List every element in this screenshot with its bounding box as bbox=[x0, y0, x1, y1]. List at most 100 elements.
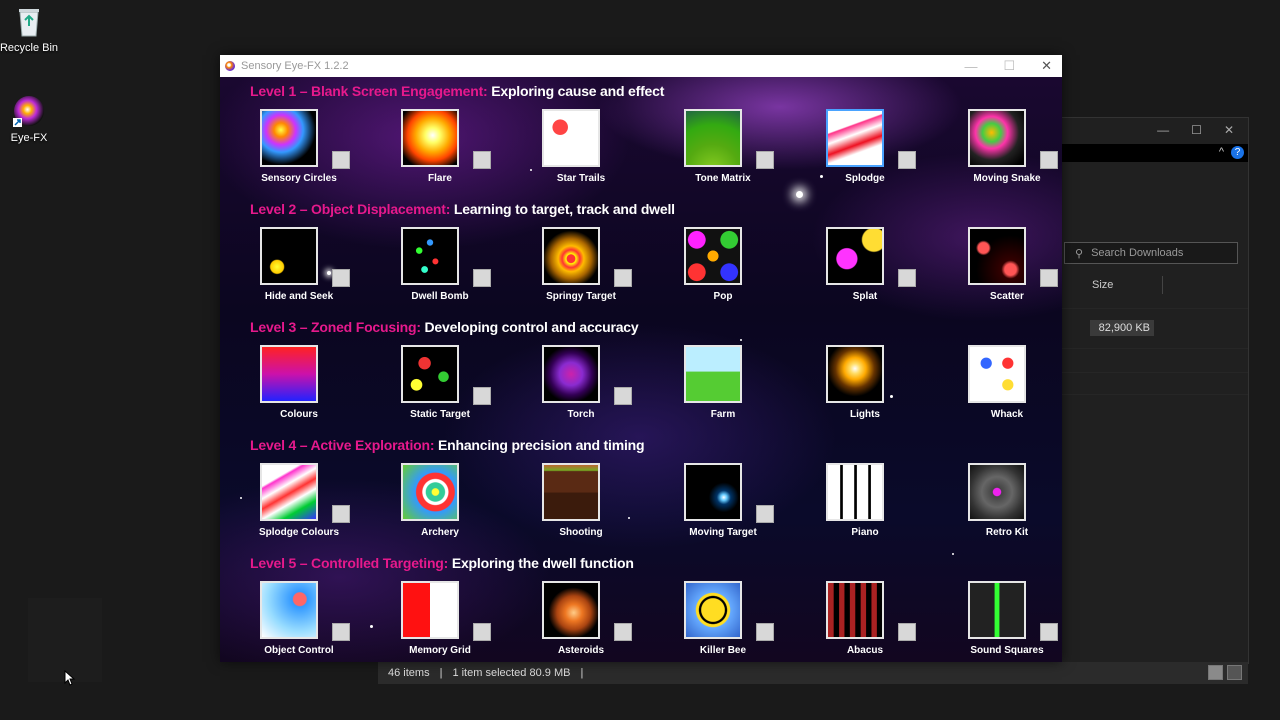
activity-thumbnail[interactable] bbox=[684, 581, 742, 639]
chevron-up-icon[interactable]: ^ bbox=[1219, 146, 1224, 158]
activity-tile-lights[interactable]: Lights bbox=[816, 345, 916, 425]
activity-checkbox[interactable] bbox=[332, 269, 350, 287]
activity-checkbox[interactable] bbox=[1040, 151, 1058, 169]
desktop-icon-eye-fx[interactable]: Eye-FX bbox=[0, 94, 61, 144]
maximize-icon[interactable]: ☐ bbox=[1003, 58, 1015, 74]
activity-checkbox[interactable] bbox=[473, 269, 491, 287]
activity-thumbnail[interactable] bbox=[401, 109, 459, 167]
activity-tile-killer-bee[interactable]: Killer Bee bbox=[674, 581, 774, 661]
activity-checkbox[interactable] bbox=[898, 269, 916, 287]
activity-thumbnail[interactable] bbox=[826, 109, 884, 167]
activity-tile-star-trails[interactable]: Star Trails bbox=[532, 109, 632, 189]
activity-checkbox[interactable] bbox=[332, 505, 350, 523]
close-icon[interactable]: ✕ bbox=[1041, 58, 1052, 74]
activity-checkbox[interactable] bbox=[332, 623, 350, 641]
activity-checkbox[interactable] bbox=[898, 623, 916, 641]
activity-thumbnail[interactable] bbox=[826, 227, 884, 285]
activity-thumbnail[interactable] bbox=[826, 345, 884, 403]
activity-tile-sound-squares[interactable]: Sound Squares bbox=[958, 581, 1058, 661]
activity-tile-asteroids[interactable]: Asteroids bbox=[532, 581, 632, 661]
activity-tile-springy-target[interactable]: Springy Target bbox=[532, 227, 632, 307]
activity-checkbox[interactable] bbox=[614, 387, 632, 405]
minimize-icon[interactable]: — bbox=[964, 59, 977, 74]
activity-tile-torch[interactable]: Torch bbox=[532, 345, 632, 425]
activity-checkbox[interactable] bbox=[1040, 269, 1058, 287]
activity-thumbnail[interactable] bbox=[260, 227, 318, 285]
activity-thumbnail[interactable] bbox=[401, 581, 459, 639]
close-icon[interactable]: ✕ bbox=[1224, 123, 1234, 137]
activity-thumbnail[interactable] bbox=[542, 581, 600, 639]
activity-tile-dwell-bomb[interactable]: Dwell Bomb bbox=[391, 227, 491, 307]
activity-tile-splodge[interactable]: Splodge bbox=[816, 109, 916, 189]
activity-tile-shooting[interactable]: Shooting bbox=[532, 463, 632, 543]
activity-checkbox[interactable] bbox=[614, 269, 632, 287]
activity-checkbox[interactable] bbox=[332, 151, 350, 169]
activity-tile-archery[interactable]: Archery bbox=[391, 463, 491, 543]
activity-thumbnail[interactable] bbox=[968, 463, 1026, 521]
activity-checkbox[interactable] bbox=[473, 387, 491, 405]
activity-tile-colours[interactable]: Colours bbox=[250, 345, 350, 425]
activity-thumbnail[interactable] bbox=[684, 109, 742, 167]
activity-thumbnail[interactable] bbox=[542, 463, 600, 521]
activity-label: Piano bbox=[851, 527, 879, 538]
activity-tile-retro-kit[interactable]: Retro Kit bbox=[958, 463, 1058, 543]
activity-checkbox[interactable] bbox=[756, 505, 774, 523]
activity-thumbnail[interactable] bbox=[968, 109, 1026, 167]
activity-checkbox[interactable] bbox=[756, 623, 774, 641]
activity-tile-farm[interactable]: Farm bbox=[674, 345, 774, 425]
activity-tile-whack[interactable]: Whack bbox=[958, 345, 1058, 425]
activity-thumbnail[interactable] bbox=[542, 109, 600, 167]
minimize-icon[interactable]: — bbox=[1157, 123, 1169, 137]
activity-checkbox[interactable] bbox=[898, 151, 916, 169]
activity-thumbnail[interactable] bbox=[401, 227, 459, 285]
activity-tile-pop[interactable]: Pop bbox=[674, 227, 774, 307]
maximize-icon[interactable]: ☐ bbox=[1191, 123, 1202, 137]
activity-tile-hide-and-seek[interactable]: Hide and Seek bbox=[250, 227, 350, 307]
file-explorer-window[interactable]: — ☐ ✕ ^ ? ⚲ Search Downloads Size 82,900… bbox=[1062, 117, 1249, 664]
activity-thumbnail[interactable] bbox=[826, 463, 884, 521]
activity-checkbox[interactable] bbox=[756, 151, 774, 169]
activity-tile-object-control[interactable]: Object Control bbox=[250, 581, 350, 661]
activity-tile-moving-snake[interactable]: Moving Snake bbox=[958, 109, 1058, 189]
activity-thumbnail[interactable] bbox=[684, 345, 742, 403]
activity-thumbnail[interactable] bbox=[684, 227, 742, 285]
search-input[interactable]: ⚲ Search Downloads bbox=[1064, 242, 1238, 264]
activity-thumbnail[interactable] bbox=[260, 463, 318, 521]
activity-tile-scatter[interactable]: Scatter bbox=[958, 227, 1058, 307]
activity-tile-abacus[interactable]: Abacus bbox=[816, 581, 916, 661]
activity-thumbnail[interactable] bbox=[260, 581, 318, 639]
desktop-icon-recycle-bin[interactable]: Recycle Bin bbox=[0, 4, 61, 54]
activity-tile-splodge-colours[interactable]: Splodge Colours bbox=[250, 463, 350, 543]
activity-tile-tone-matrix[interactable]: Tone Matrix bbox=[674, 109, 774, 189]
activity-checkbox[interactable] bbox=[1040, 623, 1058, 641]
activity-checkbox[interactable] bbox=[473, 623, 491, 641]
activity-tile-piano[interactable]: Piano bbox=[816, 463, 916, 543]
column-header-size[interactable]: Size bbox=[1086, 276, 1163, 294]
activity-checkbox[interactable] bbox=[614, 623, 632, 641]
activity-tile-sensory-circles[interactable]: Sensory Circles bbox=[250, 109, 350, 189]
activity-label: Moving Snake bbox=[973, 173, 1041, 184]
activity-tile-memory-grid[interactable]: Memory Grid bbox=[391, 581, 491, 661]
activity-thumbnail[interactable] bbox=[401, 345, 459, 403]
activity-thumbnail[interactable] bbox=[260, 109, 318, 167]
activity-checkbox[interactable] bbox=[473, 151, 491, 169]
details-view-icon[interactable] bbox=[1208, 665, 1223, 680]
activity-tile-flare[interactable]: Flare bbox=[391, 109, 491, 189]
activity-thumbnail[interactable] bbox=[542, 345, 600, 403]
activity-thumbnail[interactable] bbox=[968, 581, 1026, 639]
activity-tile-splat[interactable]: Splat bbox=[816, 227, 916, 307]
activity-tile-moving-target[interactable]: Moving Target bbox=[674, 463, 774, 543]
file-size-cell[interactable]: 82,900 KB bbox=[1090, 320, 1154, 336]
activity-label: Archery bbox=[421, 527, 459, 538]
activity-thumbnail[interactable] bbox=[826, 581, 884, 639]
activity-tile-static-target[interactable]: Static Target bbox=[391, 345, 491, 425]
activity-thumbnail[interactable] bbox=[260, 345, 318, 403]
activity-thumbnail[interactable] bbox=[542, 227, 600, 285]
eye-fx-window[interactable]: Sensory Eye-FX 1.2.2 — ☐ ✕ Level 1 – Bla… bbox=[220, 55, 1062, 662]
help-icon[interactable]: ? bbox=[1231, 146, 1244, 159]
activity-thumbnail[interactable] bbox=[401, 463, 459, 521]
large-icons-view-icon[interactable] bbox=[1227, 665, 1242, 680]
activity-thumbnail[interactable] bbox=[968, 227, 1026, 285]
activity-thumbnail[interactable] bbox=[684, 463, 742, 521]
activity-thumbnail[interactable] bbox=[968, 345, 1026, 403]
